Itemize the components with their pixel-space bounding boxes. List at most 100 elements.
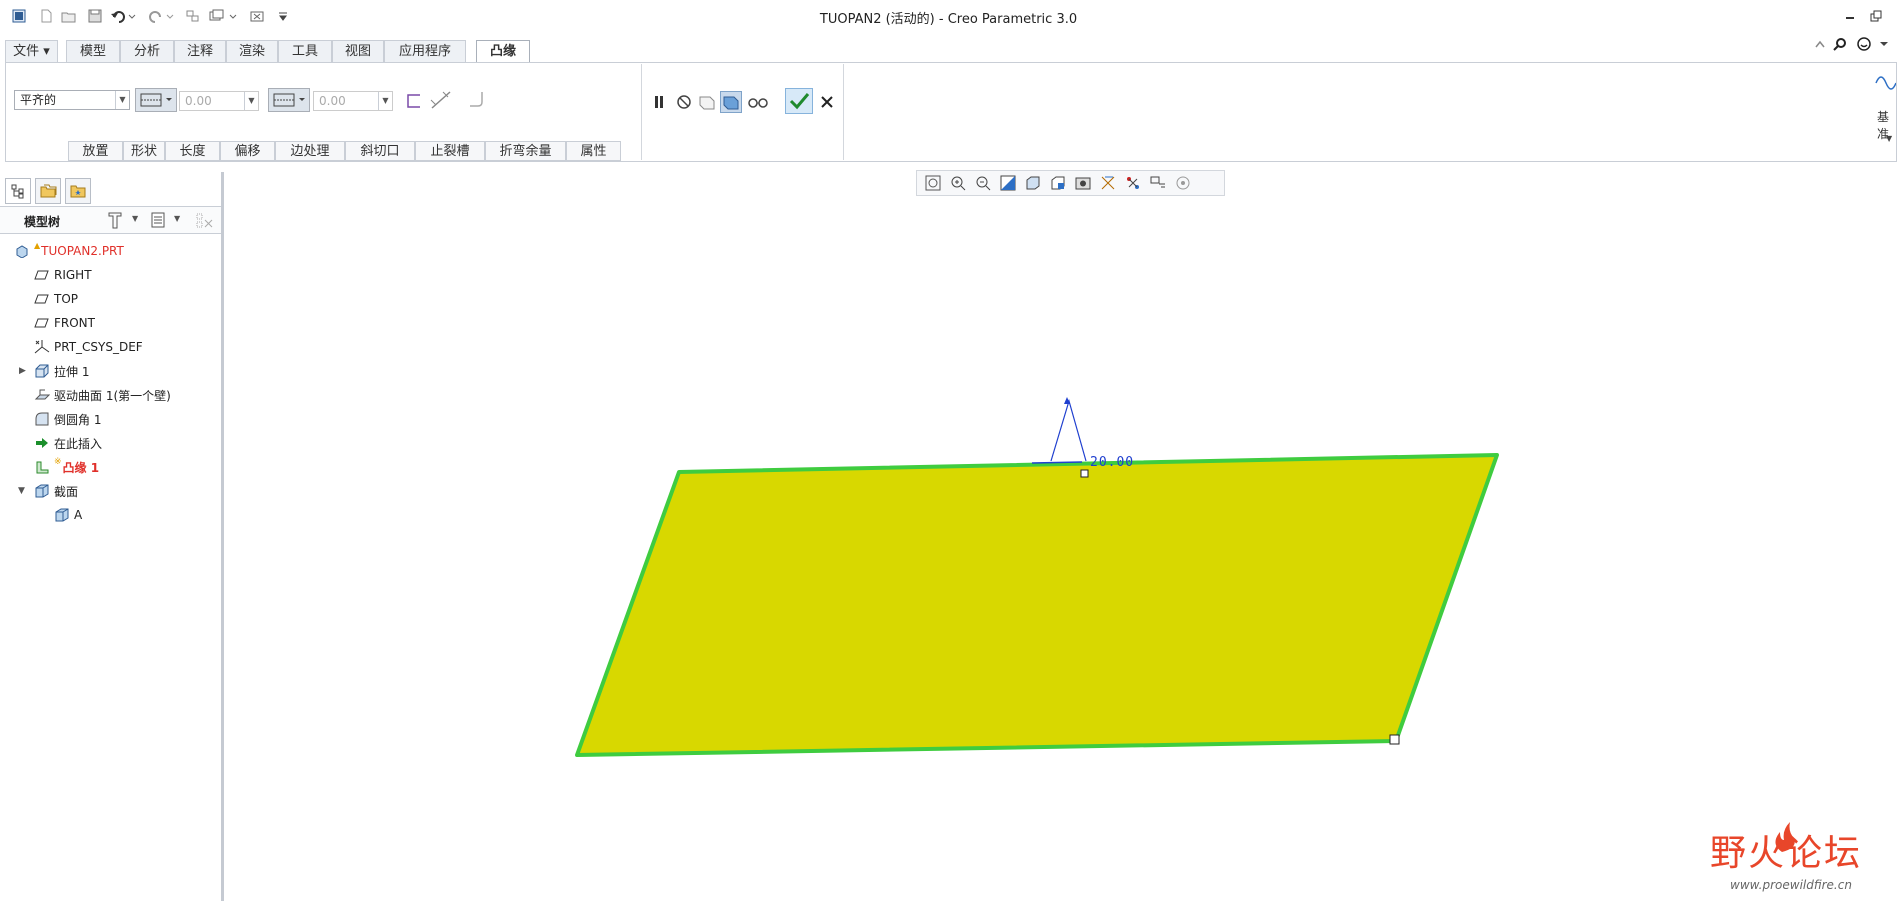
length-type-1-button[interactable] — [135, 88, 177, 112]
flange-icon — [34, 459, 50, 475]
show-icon[interactable] — [148, 210, 168, 230]
corner-drag-handle[interactable] — [1389, 734, 1400, 745]
subtab-placement[interactable]: 放置 — [68, 141, 123, 161]
chevron-down-icon: ▼ — [115, 91, 129, 109]
subtab-offset[interactable]: 偏移 — [220, 141, 275, 161]
driving-surface-icon — [34, 387, 50, 403]
pause-icon[interactable] — [650, 92, 668, 112]
folder-icon — [40, 184, 57, 198]
length-1-input[interactable]: 0.00 ▼ — [179, 91, 259, 111]
collapse-ribbon-icon[interactable] — [1812, 36, 1828, 52]
tree-item-label: TUOPAN2.PRT — [41, 244, 124, 258]
tree-item-part[interactable]: ▲ TUOPAN2.PRT — [14, 241, 124, 261]
watermark-title: 野火论坛 — [1710, 833, 1863, 874]
tab-file[interactable]: 文件 ▾ — [5, 40, 58, 62]
tab-favorites[interactable] — [65, 178, 91, 204]
graphics-area[interactable] — [224, 196, 1897, 901]
tab-model[interactable]: 模型 — [66, 40, 120, 62]
length-dimension[interactable]: 20.00 — [1090, 455, 1134, 470]
subtab-miter-cuts[interactable]: 斜切口 — [345, 141, 415, 161]
saved-orientations-icon[interactable] — [1045, 172, 1070, 194]
chevron-down-icon[interactable]: ▼ — [132, 214, 138, 223]
tab-annotate[interactable]: 注释 — [174, 40, 226, 62]
expand-arrow-icon[interactable]: ▶ — [19, 366, 26, 376]
ribbon-tab-bar: 文件 ▾ 模型 分析 注释 渲染 工具 视图 应用程序 凸缘 — [0, 37, 1897, 63]
display-style-icon[interactable] — [1020, 172, 1045, 194]
tree-item-label: 倒圆角 1 — [54, 412, 102, 427]
chevron-down-icon[interactable]: ▼ — [174, 214, 180, 223]
tab-analysis[interactable]: 分析 — [120, 40, 174, 62]
datum-plane-icon — [34, 291, 50, 307]
subtab-bend-allowance[interactable]: 折弯余量 — [485, 141, 566, 161]
extrude-icon — [34, 363, 50, 379]
chevron-down-icon: ▼ — [378, 92, 392, 110]
cancel-button[interactable] — [818, 92, 836, 112]
tab-flange[interactable]: 凸缘 — [476, 40, 530, 63]
tree-item-top[interactable]: TOP — [34, 289, 78, 309]
repaint-icon[interactable] — [995, 172, 1020, 194]
ok-button[interactable] — [785, 88, 813, 114]
tree-item-section[interactable]: 截面 — [34, 481, 78, 501]
flange-surface[interactable] — [575, 453, 1499, 757]
annotation-display-icon[interactable] — [1145, 172, 1170, 194]
help-icon[interactable] — [1856, 36, 1874, 52]
tree-item-driving-surface[interactable]: 驱动曲面 1(第一个壁) — [34, 385, 171, 405]
tree-item-right[interactable]: RIGHT — [34, 265, 92, 285]
tree-item-label: PRT_CSYS_DEF — [54, 340, 143, 354]
restore-button[interactable] — [1866, 6, 1886, 26]
tab-tools[interactable]: 工具 — [278, 40, 332, 62]
tab-render[interactable]: 渲染 — [226, 40, 278, 62]
search-icon[interactable] — [1832, 36, 1848, 52]
length-2-input[interactable]: 0.00 ▼ — [313, 91, 393, 111]
graphics-toolbar — [916, 170, 1225, 196]
length-type-2-button[interactable] — [268, 88, 310, 112]
flange-profile-icon[interactable] — [404, 90, 424, 112]
glasses-icon[interactable] — [746, 92, 770, 112]
chevron-down-icon[interactable]: ▼ — [1886, 134, 1892, 143]
tree-item-csys[interactable]: PRT_CSYS_DEF — [34, 337, 143, 357]
appearance-icon[interactable] — [1170, 172, 1195, 194]
subtab-properties[interactable]: 属性 — [566, 141, 621, 161]
bend-icon[interactable] — [466, 88, 490, 112]
ribbon-separator — [843, 64, 844, 160]
tree-item-flange[interactable]: ※ 凸缘 1 — [34, 457, 99, 477]
refit-icon[interactable] — [920, 172, 945, 194]
favorites-icon — [70, 185, 86, 198]
subtab-shape[interactable]: 形状 — [123, 141, 165, 161]
chevron-down-icon: ▼ — [244, 92, 258, 110]
tree-item-extrude[interactable]: 拉伸 1 — [34, 361, 89, 381]
flip-direction-icon[interactable] — [428, 88, 454, 112]
filter-icon[interactable] — [194, 210, 216, 232]
tree-settings-icon[interactable] — [105, 209, 125, 231]
tab-model-tree[interactable] — [5, 178, 31, 204]
tab-applications[interactable]: 应用程序 — [384, 40, 466, 62]
insert-here-icon — [34, 435, 50, 451]
no-preview-icon[interactable] — [674, 92, 694, 112]
tree-item-insert-here[interactable]: 在此插入 — [34, 433, 102, 453]
subtab-relief[interactable]: 止裂槽 — [415, 141, 485, 161]
view-manager-icon[interactable] — [1070, 172, 1095, 194]
subtab-edge-treatment[interactable]: 边处理 — [275, 141, 345, 161]
tab-view[interactable]: 视图 — [332, 40, 384, 62]
tree-item-front[interactable]: FRONT — [34, 313, 95, 333]
title-bar: TUOPAN2 (活动的) - Creo Parametric 3.0 — [0, 0, 1897, 32]
datum-icon[interactable] — [1874, 68, 1896, 96]
section-icon — [34, 483, 50, 499]
verify-preview-icon[interactable] — [720, 91, 742, 113]
flange-shape-select[interactable]: 平齐的 ▼ — [14, 90, 130, 110]
minimize-button[interactable] — [1840, 6, 1860, 26]
separate-preview-icon[interactable] — [697, 92, 717, 112]
tree-item-label: A — [74, 508, 83, 522]
collapse-arrow-icon[interactable]: ▼ — [18, 486, 25, 496]
subtab-length[interactable]: 长度 — [165, 141, 220, 161]
tree-item-section-a[interactable]: A — [54, 505, 82, 525]
help-dropdown-icon[interactable] — [1876, 36, 1894, 52]
zoom-in-icon[interactable] — [945, 172, 970, 194]
zoom-out-icon[interactable] — [970, 172, 995, 194]
tree-item-label: 驱动曲面 1(第一个壁) — [54, 388, 171, 403]
tree-item-round[interactable]: 倒圆角 1 — [34, 409, 101, 429]
tab-folder-browser[interactable] — [35, 178, 61, 204]
ribbon-separator — [641, 64, 642, 160]
spin-center-icon[interactable] — [1120, 172, 1145, 194]
datum-display-icon[interactable] — [1095, 172, 1120, 194]
